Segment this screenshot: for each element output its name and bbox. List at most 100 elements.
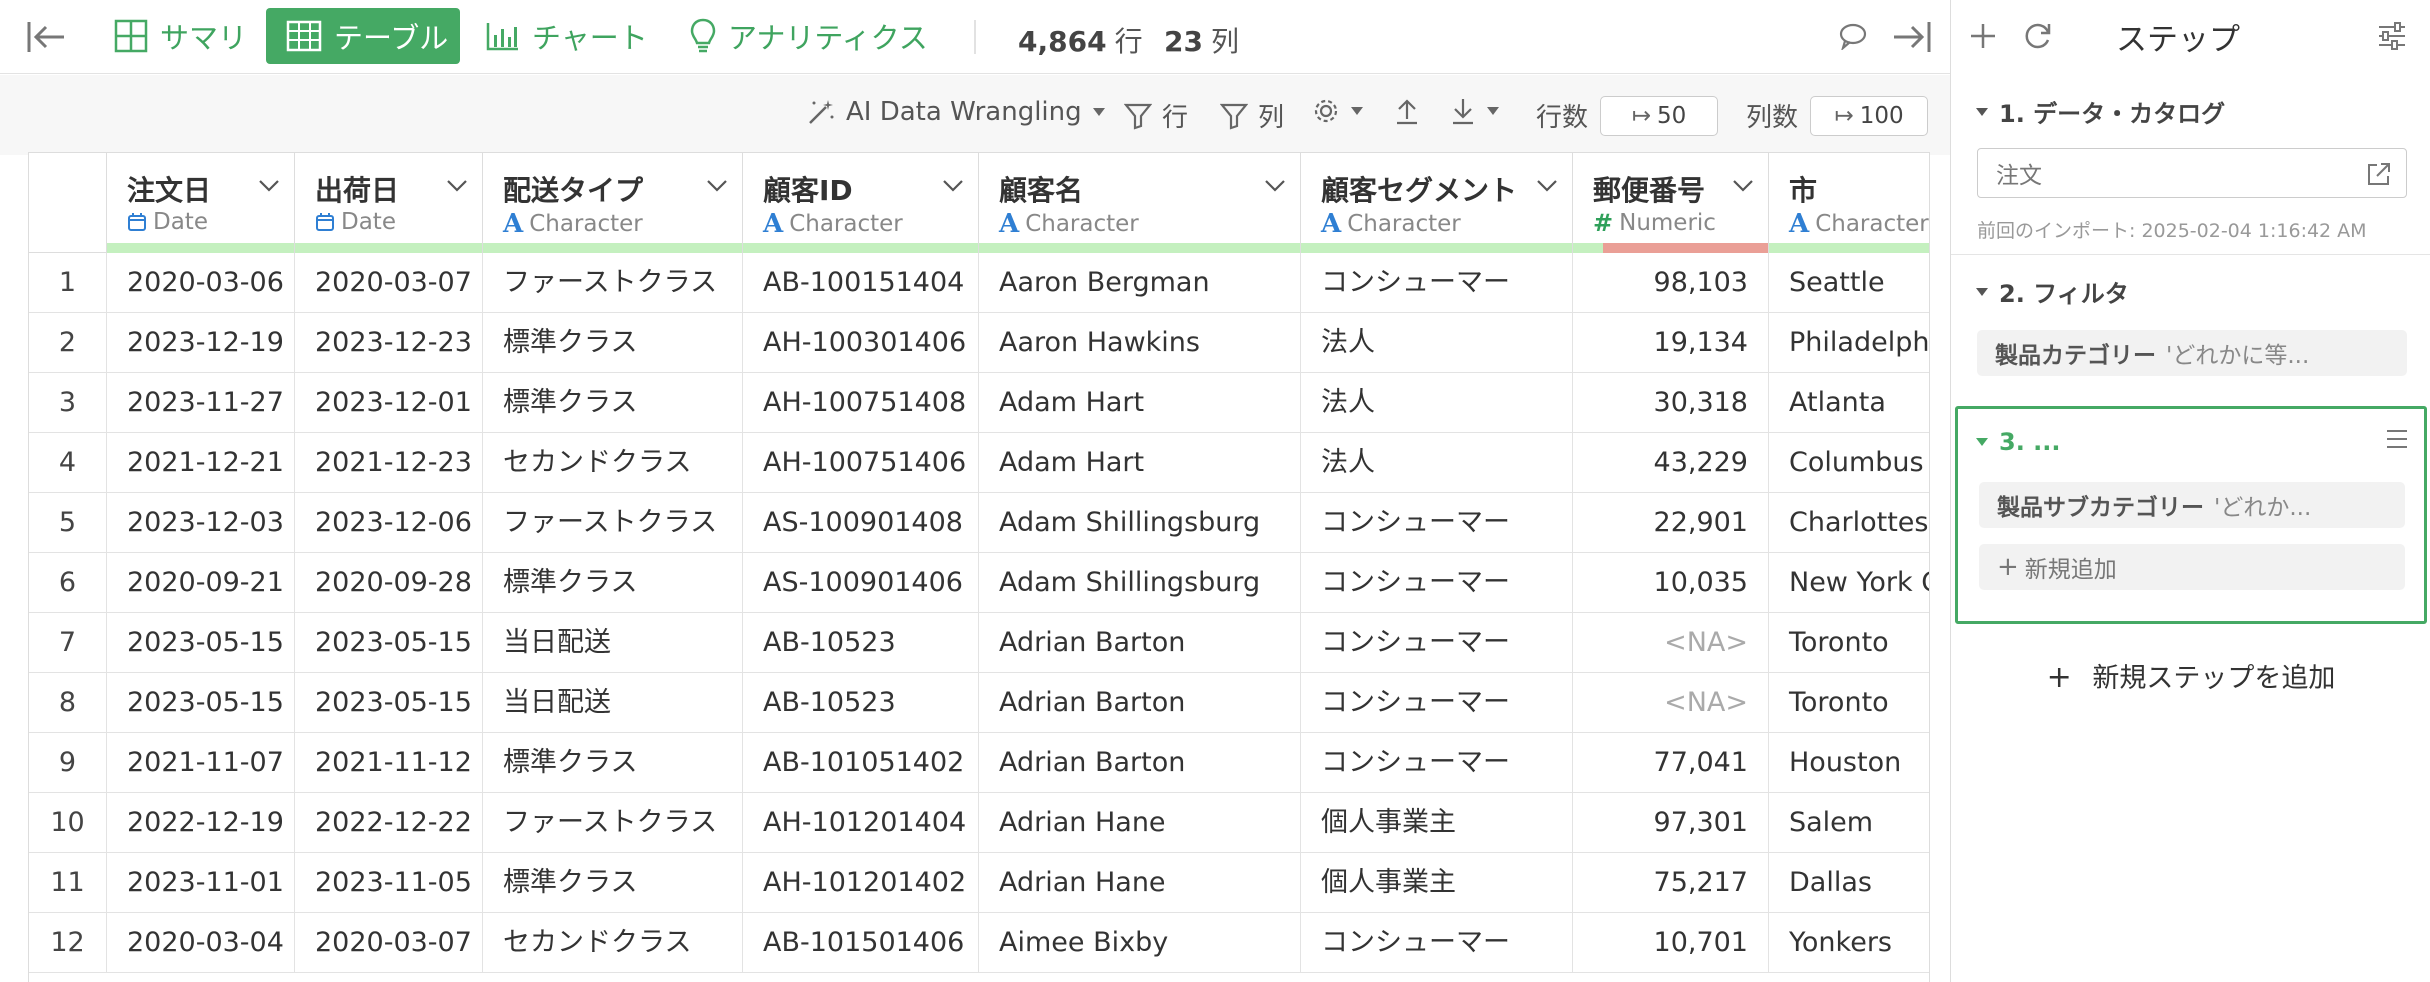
table-cell[interactable]: 標準クラス xyxy=(483,733,743,793)
table-cell[interactable]: セカンドクラス xyxy=(483,913,743,973)
chevron-down-icon[interactable] xyxy=(1732,179,1754,193)
table-cell[interactable]: 2023-12-23 xyxy=(295,313,483,373)
table-cell[interactable]: Aaron Bergman xyxy=(979,253,1301,313)
table-cell[interactable]: コンシューマー xyxy=(1301,673,1573,733)
tab-summary[interactable]: サマリ xyxy=(94,8,267,64)
table-cell[interactable]: Columbus xyxy=(1769,433,1929,493)
chevron-down-icon[interactable] xyxy=(1264,179,1286,193)
table-cell[interactable]: AB-10523 xyxy=(743,613,979,673)
column-header[interactable]: 配送タイプ A Character xyxy=(483,153,743,253)
table-row[interactable]: 6 2020-09-21 2020-09-28 標準クラス AS-100901406 Ad… xyxy=(29,553,1929,613)
column-header[interactable]: 注文日 Date xyxy=(107,153,295,253)
row-index[interactable]: 6 xyxy=(29,553,107,613)
table-row[interactable]: 7 2023-05-15 2023-05-15 当日配送 AB-10523 Adrian … xyxy=(29,613,1929,673)
table-cell[interactable]: 標準クラス xyxy=(483,853,743,913)
table-row[interactable]: 10 2022-12-19 2022-12-22 ファーストクラス AH-1012014… xyxy=(29,793,1929,853)
table-cell[interactable]: コンシューマー xyxy=(1301,733,1573,793)
table-cell[interactable]: 98,103 xyxy=(1573,253,1769,313)
table-cell[interactable]: 2021-11-07 xyxy=(107,733,295,793)
table-cell[interactable]: Atlanta xyxy=(1769,373,1929,433)
table-cell[interactable]: 当日配送 xyxy=(483,613,743,673)
table-row[interactable]: 2 2023-12-19 2023-12-23 標準クラス AH-100301406 Aa… xyxy=(29,313,1929,373)
table-cell[interactable]: 個人事業主 xyxy=(1301,853,1573,913)
table-cell[interactable]: コンシューマー xyxy=(1301,553,1573,613)
row-index[interactable]: 2 xyxy=(29,313,107,373)
table-cell[interactable]: 2022-12-22 xyxy=(295,793,483,853)
tab-analytics[interactable]: アナリティクス xyxy=(670,8,948,64)
table-cell[interactable]: AH-101201404 xyxy=(743,793,979,853)
table-cell[interactable]: AB-10523 xyxy=(743,673,979,733)
table-cell[interactable]: 30,318 xyxy=(1573,373,1769,433)
table-cell[interactable]: 2023-05-15 xyxy=(107,613,295,673)
table-cell[interactable]: Aimee Bixby xyxy=(979,913,1301,973)
table-cell[interactable]: 法人 xyxy=(1301,373,1573,433)
table-cell[interactable]: 43,229 xyxy=(1573,433,1769,493)
hamburger-menu-icon[interactable] xyxy=(2385,428,2409,450)
table-cell[interactable]: 2020-03-07 xyxy=(295,913,483,973)
ai-data-wrangling-button[interactable]: AI Data Wrangling xyxy=(806,97,1106,127)
table-cell[interactable]: New York City xyxy=(1769,553,1929,613)
table-cell[interactable]: 法人 xyxy=(1301,433,1573,493)
row-index[interactable]: 11 xyxy=(29,853,107,913)
table-cell[interactable]: 2020-03-04 xyxy=(107,913,295,973)
table-cell[interactable]: Yonkers xyxy=(1769,913,1929,973)
table-cell[interactable]: コンシューマー xyxy=(1301,493,1573,553)
table-cell[interactable]: 2023-05-15 xyxy=(295,613,483,673)
table-cell[interactable]: Houston xyxy=(1769,733,1929,793)
table-cell[interactable]: 2020-03-06 xyxy=(107,253,295,313)
table-cell[interactable]: 2023-11-01 xyxy=(107,853,295,913)
table-row[interactable]: 3 2023-11-27 2023-12-01 標準クラス AH-100751408 Ad… xyxy=(29,373,1929,433)
row-index[interactable]: 5 xyxy=(29,493,107,553)
table-cell[interactable]: Toronto xyxy=(1769,673,1929,733)
filter-chip[interactable]: 製品サブカテゴリー 'どれか... xyxy=(1979,482,2405,528)
table-cell[interactable]: 2021-12-23 xyxy=(295,433,483,493)
table-cell[interactable]: Adrian Barton xyxy=(979,613,1301,673)
chevron-down-icon[interactable] xyxy=(706,179,728,193)
table-cell[interactable]: Seattle xyxy=(1769,253,1929,313)
cols-limit-input[interactable]: ↦ 100 xyxy=(1810,96,1928,136)
table-cell[interactable]: AB-101501406 xyxy=(743,913,979,973)
table-cell[interactable]: Adam Shillingsburg xyxy=(979,553,1301,613)
plus-icon[interactable] xyxy=(1969,22,1997,50)
column-header[interactable]: 顧客セグメント A Character xyxy=(1301,153,1573,253)
table-cell[interactable]: Charlottesville xyxy=(1769,493,1929,553)
table-cell[interactable]: AB-101051402 xyxy=(743,733,979,793)
export-button[interactable] xyxy=(1394,97,1420,125)
table-cell[interactable]: コンシューマー xyxy=(1301,253,1573,313)
table-cell[interactable]: AH-100301406 xyxy=(743,313,979,373)
filter-chip[interactable]: 製品カテゴリー 'どれかに等... xyxy=(1977,330,2407,376)
data-source-box[interactable]: 注文 xyxy=(1977,148,2407,198)
row-index[interactable]: 7 xyxy=(29,613,107,673)
table-cell[interactable]: 法人 xyxy=(1301,313,1573,373)
table-row[interactable]: 4 2021-12-21 2021-12-23 セカンドクラス AH-100751406… xyxy=(29,433,1929,493)
row-filter-button[interactable]: 行 xyxy=(1124,97,1188,134)
row-index[interactable]: 8 xyxy=(29,673,107,733)
external-link-icon[interactable] xyxy=(2366,161,2392,187)
chevron-down-icon[interactable] xyxy=(1536,179,1558,193)
table-cell[interactable]: AH-100751406 xyxy=(743,433,979,493)
table-cell[interactable]: 2021-11-12 xyxy=(295,733,483,793)
table-cell[interactable]: 2023-12-01 xyxy=(295,373,483,433)
table-cell[interactable]: Adrian Barton xyxy=(979,733,1301,793)
table-cell[interactable]: 2023-05-15 xyxy=(107,673,295,733)
table-cell[interactable]: 2020-09-21 xyxy=(107,553,295,613)
table-cell[interactable]: 当日配送 xyxy=(483,673,743,733)
sliders-icon[interactable] xyxy=(2377,22,2407,50)
row-index[interactable]: 9 xyxy=(29,733,107,793)
table-cell[interactable]: Adrian Barton xyxy=(979,673,1301,733)
table-cell[interactable]: 2020-09-28 xyxy=(295,553,483,613)
table-cell[interactable]: AB-100151404 xyxy=(743,253,979,313)
table-cell[interactable]: Philadelphia xyxy=(1769,313,1929,373)
table-cell[interactable]: 22,901 xyxy=(1573,493,1769,553)
column-header[interactable]: 郵便番号 # Numeric xyxy=(1573,153,1769,253)
column-header[interactable]: 市 A Character xyxy=(1769,153,1929,253)
table-cell[interactable]: 2020-03-07 xyxy=(295,253,483,313)
table-cell[interactable]: Aaron Hawkins xyxy=(979,313,1301,373)
chevron-down-icon[interactable] xyxy=(446,179,468,193)
table-cell[interactable]: AH-100751408 xyxy=(743,373,979,433)
column-header[interactable]: 顧客名 A Character xyxy=(979,153,1301,253)
table-cell[interactable]: <NA> xyxy=(1573,613,1769,673)
table-cell[interactable]: AS-100901408 xyxy=(743,493,979,553)
refresh-icon[interactable] xyxy=(2023,20,2053,52)
table-cell[interactable]: 97,301 xyxy=(1573,793,1769,853)
